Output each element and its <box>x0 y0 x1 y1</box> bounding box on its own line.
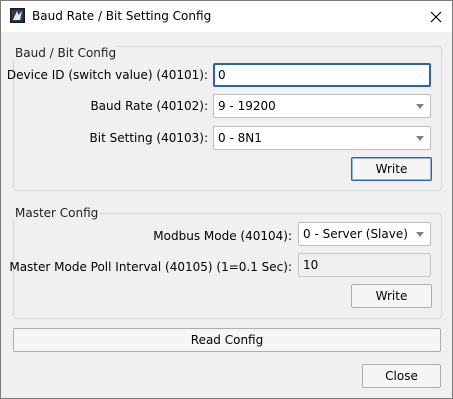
baud-rate-value: 9 - 19200 <box>218 99 276 113</box>
window-title: Baud Rate / Bit Setting Config <box>32 9 212 23</box>
device-id-input[interactable]: 0 <box>213 63 431 87</box>
modbus-mode-value: 0 - Server (Slave) <box>303 227 408 241</box>
baud-bit-config-legend: Baud / Bit Config <box>13 46 119 60</box>
title-bar[interactable]: Baud Rate / Bit Setting Config <box>1 1 452 32</box>
bit-setting-value: 0 - 8N1 <box>218 131 262 145</box>
chevron-down-icon <box>416 232 424 237</box>
baud-write-button[interactable]: Write <box>351 157 432 181</box>
modbus-mode-select[interactable]: 0 - Server (Slave) <box>298 222 431 246</box>
close-button[interactable]: Close <box>362 364 441 388</box>
app-icon <box>10 8 25 23</box>
bit-setting-label: Bit Setting (40103): <box>89 131 208 145</box>
bit-setting-select[interactable]: 0 - 8N1 <box>213 126 431 150</box>
poll-interval-input[interactable]: 10 <box>298 253 431 277</box>
chevron-down-icon <box>416 104 424 109</box>
read-config-button[interactable]: Read Config <box>13 328 441 352</box>
master-write-button[interactable]: Write <box>351 284 432 308</box>
master-config-legend: Master Config <box>13 206 101 220</box>
close-window-button[interactable] <box>422 6 450 28</box>
config-dialog: Baud Rate / Bit Setting Config Baud / Bi… <box>0 0 453 399</box>
modbus-mode-label: Modbus Mode (40104): <box>153 229 292 243</box>
baud-rate-label: Baud Rate (40102): <box>90 99 208 113</box>
chevron-down-icon <box>416 136 424 141</box>
poll-interval-label: Master Mode Poll Interval (40105) (1=0.1… <box>9 260 292 274</box>
baud-rate-select[interactable]: 9 - 19200 <box>213 94 431 118</box>
close-icon <box>430 11 442 23</box>
device-id-label: Device ID (switch value) (40101): <box>6 68 208 82</box>
